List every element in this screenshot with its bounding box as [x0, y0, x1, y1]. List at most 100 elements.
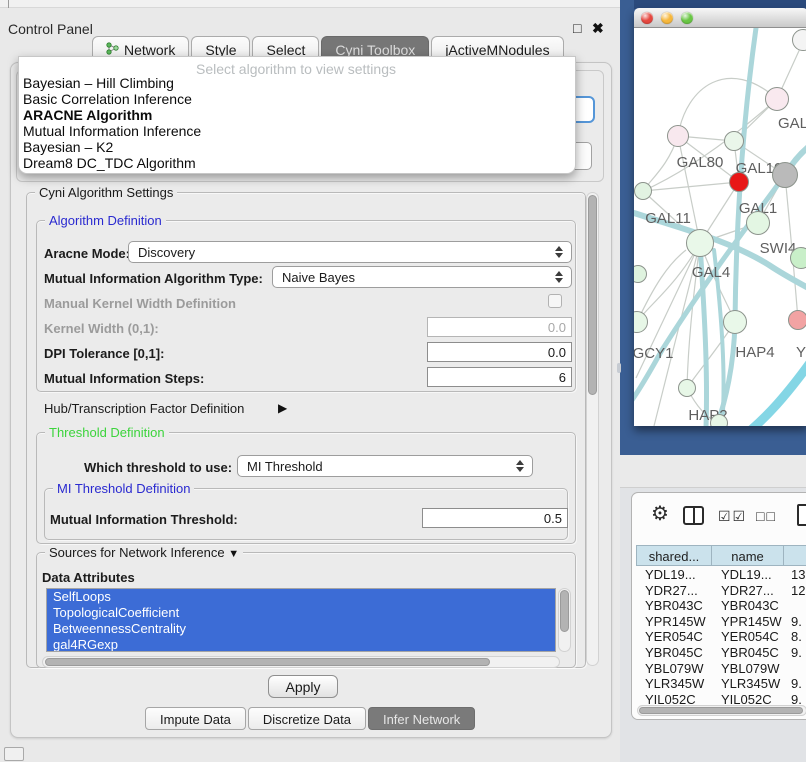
dropdown-item-aracne-algorithm[interactable]: ARACNE Algorithm [23, 107, 152, 123]
algorithm-dropdown-popup: Select algorithm to view settings Bayesi… [18, 56, 576, 174]
node-unlabeled[interactable] [710, 414, 728, 426]
sources-title-text: Sources for Network Inference [49, 545, 225, 560]
node-unlabeled[interactable] [772, 162, 798, 188]
aracne-mode-select[interactable]: Discovery [128, 241, 572, 263]
node-y[interactable] [788, 310, 806, 330]
node-gal10[interactable] [724, 131, 744, 151]
collapse-arrow-icon[interactable]: ▼ [228, 548, 239, 560]
mi-threshold-label: Mutual Information Threshold: [50, 512, 238, 527]
node-gal80[interactable] [667, 125, 689, 147]
node-label-hap4: HAP4 [735, 344, 774, 361]
dropdown-item-dream8-dc-tdc-algorithm[interactable]: Dream8 DC_TDC Algorithm [23, 155, 196, 171]
threshold-definition-title: Threshold Definition [45, 425, 169, 440]
network-canvas[interactable]: GALGAL80GAL10GAL1GAL11SWI4GAL4GCY1HAP4YH… [634, 28, 806, 426]
settings-vscrollbar[interactable] [586, 192, 599, 666]
expand-arrow-icon[interactable]: ▶ [278, 401, 287, 415]
dropdown-item-bayesian-k2[interactable]: Bayesian – K2 [23, 139, 113, 155]
spinner-arrows-icon [555, 246, 563, 258]
kernel-width-field[interactable]: 0.0 [427, 317, 572, 337]
table-cell: 9. [785, 613, 806, 629]
attribute-item-selfloops[interactable]: SelfLoops [47, 589, 555, 605]
node-swi4[interactable] [746, 211, 770, 235]
table-hscrollbar[interactable] [637, 705, 806, 716]
node-hap2[interactable] [678, 379, 696, 397]
minimize-traffic-light-icon[interactable] [661, 12, 673, 24]
zoom-traffic-light-icon[interactable] [681, 12, 693, 24]
network-icon [106, 42, 119, 55]
table-row[interactable]: YDR27...YDR27...12 [636, 582, 806, 598]
close-icon[interactable]: ✖ [592, 20, 604, 37]
which-threshold-select[interactable]: MI Threshold [237, 455, 533, 477]
hub-definition-label[interactable]: Hub/Transcription Factor Definition [44, 401, 244, 416]
table-cell: YIL052C [712, 691, 785, 707]
column-header-name[interactable]: name [711, 545, 784, 566]
column-header-shared[interactable]: shared... [636, 545, 712, 566]
manual-kernel-label: Manual Kernel Width Definition [44, 296, 236, 311]
table-cell: YPR145W [636, 613, 712, 629]
column-header-3[interactable] [783, 545, 806, 566]
aracne-mode-label: Aracne Mode: [44, 246, 130, 261]
table-cell: YDL19... [636, 566, 712, 582]
mi-steps-field[interactable]: 6 [427, 367, 572, 387]
node-label-gcy1: GCY1 [634, 345, 673, 362]
table-row[interactable]: YBL079WYBL079W [636, 660, 806, 676]
splitter-handle[interactable] [617, 363, 621, 373]
table-cell: 8. [785, 628, 806, 644]
attribute-list-vscrollbar[interactable] [558, 588, 571, 652]
table-panel-titlebar: Table Panel [620, 455, 806, 488]
table-cell: YPR145W [712, 613, 785, 629]
node-unlabeled[interactable] [790, 247, 806, 269]
bottom-tab-discretize-data[interactable]: Discretize Data [248, 707, 366, 730]
node-label-y: Y [796, 344, 806, 361]
unchecked-checkboxes-icon[interactable]: □□ [756, 508, 777, 524]
mi-threshold-field[interactable]: 0.5 [422, 508, 568, 528]
table-row[interactable]: YER054CYER054C8. [636, 628, 806, 644]
bottom-tab-impute-data[interactable]: Impute Data [145, 707, 246, 730]
mi-type-select[interactable]: Naive Bayes [272, 266, 572, 288]
node-label-gal11: GAL11 [645, 210, 691, 227]
dropdown-item-bayesian-hill-climbing[interactable]: Bayesian – Hill Climbing [23, 75, 174, 91]
dropdown-item-mutual-information-inference[interactable]: Mutual Information Inference [23, 123, 201, 139]
attribute-item-gal4rgexp[interactable]: gal4RGexp [47, 637, 555, 652]
node-gal4[interactable] [686, 229, 714, 257]
table-cell: YLR345W [636, 675, 712, 691]
attribute-item-topologicalcoefficient[interactable]: TopologicalCoefficient [47, 605, 555, 621]
node-gal[interactable] [765, 87, 789, 111]
network-window-titlebar[interactable] [634, 8, 806, 28]
network-view-window: GALGAL80GAL10GAL1GAL11SWI4GAL4GCY1HAP4YH… [634, 8, 806, 426]
node-gal11[interactable] [634, 182, 652, 200]
dpi-tolerance-field[interactable]: 0.0 [427, 342, 572, 362]
table-cell: 9. [785, 675, 806, 691]
attribute-item-betweennesscentrality[interactable]: BetweennessCentrality [47, 621, 555, 637]
close-traffic-light-icon[interactable] [641, 12, 653, 24]
kernel-width-label: Kernel Width (0,1): [44, 321, 159, 336]
node-hap4[interactable] [723, 310, 747, 334]
table-header-row: shared...name [636, 545, 806, 566]
bottom-tab-infer-network[interactable]: Infer Network [368, 707, 475, 730]
table-row[interactable]: YPR145WYPR145W9. [636, 613, 806, 629]
node-table[interactable]: shared...nameYDL19...YDL19...13YDR27...Y… [636, 545, 806, 706]
corner-button[interactable] [4, 747, 24, 761]
split-columns-icon[interactable] [683, 506, 704, 525]
node-gal1[interactable] [729, 172, 749, 192]
apply-button[interactable]: Apply [268, 675, 338, 698]
table-cell [785, 597, 806, 613]
table-cell: YDR27... [712, 582, 785, 598]
table-row[interactable]: YBR043CYBR043C [636, 597, 806, 613]
file-icon[interactable] [797, 504, 806, 526]
gear-icon[interactable]: ⚙ [651, 501, 669, 526]
table-cell: YBR043C [712, 597, 785, 613]
table-row[interactable]: YIL052CYIL052C9. [636, 691, 806, 707]
data-attributes-list[interactable]: SelfLoopsTopologicalCoefficientBetweenne… [46, 588, 556, 652]
table-row[interactable]: YDL19...YDL19...13 [636, 566, 806, 582]
float-window-icon[interactable]: □ [573, 20, 581, 36]
sources-title[interactable]: Sources for Network Inference ▼ [45, 545, 243, 560]
manual-kernel-checkbox[interactable] [548, 294, 562, 308]
checked-checkboxes-icon[interactable]: ☑☑ [718, 508, 747, 525]
attribute-list-hscrollbar[interactable] [42, 656, 560, 668]
mi-type-label: Mutual Information Algorithm Type: [44, 271, 263, 286]
table-row[interactable]: YLR345WYLR345W9. [636, 675, 806, 691]
dropdown-item-basic-correlation-inference[interactable]: Basic Correlation Inference [23, 91, 192, 107]
table-cell: YBL079W [712, 660, 785, 676]
table-row[interactable]: YBR045CYBR045C9. [636, 644, 806, 660]
